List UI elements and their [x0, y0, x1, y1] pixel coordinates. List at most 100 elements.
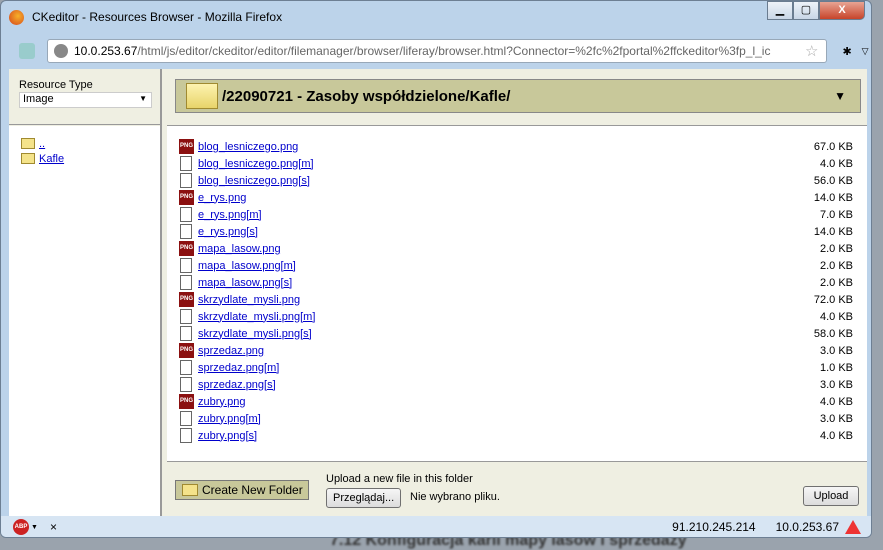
folder-icon — [21, 153, 35, 164]
file-link[interactable]: zubry.png — [198, 396, 246, 408]
file-row: e_rys.png[m] 7.0 KB — [179, 206, 867, 223]
addon-triangle-icon[interactable] — [845, 520, 861, 534]
file-row: zubry.png[m] 3.0 KB — [179, 410, 867, 427]
remote-ip: 91.210.245.214 — [672, 520, 756, 534]
file-link[interactable]: sprzedaz.png — [198, 345, 264, 357]
upload-label: Upload a new file in this folder — [326, 473, 473, 485]
file-icon — [180, 411, 192, 426]
file-link[interactable]: zubry.png[m] — [198, 413, 261, 425]
file-icon — [180, 207, 192, 222]
current-path: /22090721 - Zasoby współdzielone/Kafle/ — [222, 87, 511, 105]
file-row: PNG blog_lesniczego.png 67.0 KB — [179, 138, 867, 155]
close-statusbar-icon[interactable]: × — [50, 520, 57, 534]
folder-up-icon — [21, 138, 35, 149]
triangle-down-icon[interactable]: ▼ — [834, 89, 846, 103]
tree-item-kafle[interactable]: Kafle — [21, 151, 148, 166]
file-size: 56.0 KB — [813, 174, 853, 187]
browse-button[interactable]: Przeglądaj... — [326, 488, 402, 508]
resources-browser: Resource Type Image ▼ .. Kafle /22090721 … — [9, 69, 867, 516]
file-size: 4.0 KB — [819, 429, 853, 442]
file-icon — [180, 377, 192, 392]
folder-icon — [182, 484, 198, 496]
file-size: 3.0 KB — [819, 412, 853, 425]
file-size: 2.0 KB — [819, 276, 853, 289]
tree-link[interactable]: Kafle — [39, 153, 64, 165]
file-link[interactable]: mapa_lasow.png[m] — [198, 260, 296, 272]
tree-item-parent[interactable]: .. — [21, 136, 148, 151]
resource-type-label: Resource Type — [19, 79, 93, 91]
file-link[interactable]: e_rys.png — [198, 192, 246, 204]
url-bar[interactable]: 10.0.253.67/html/js/editor/ckeditor/edit… — [47, 39, 827, 63]
file-size: 4.0 KB — [819, 310, 853, 323]
file-row: blog_lesniczego.png[m] 4.0 KB — [179, 155, 867, 172]
resource-type-select[interactable]: Image ▼ — [19, 92, 152, 108]
menu-dropdown-icon[interactable]: ▽ — [862, 46, 869, 57]
file-link[interactable]: zubry.png[s] — [198, 430, 257, 442]
file-link[interactable]: skrzydlate_mysli.png — [198, 294, 300, 306]
addon-icon[interactable]: ✱ — [842, 45, 851, 58]
close-button[interactable]: X — [819, 1, 865, 20]
minimize-button[interactable]: ▁ — [767, 1, 793, 20]
file-link[interactable]: e_rys.png[s] — [198, 226, 258, 238]
file-row: sprzedaz.png[s] 3.0 KB — [179, 376, 867, 393]
upload-panel: Create New Folder Upload a new file in t… — [167, 461, 867, 516]
create-folder-button[interactable]: Create New Folder — [175, 480, 309, 500]
file-link[interactable]: blog_lesniczego.png[s] — [198, 175, 310, 187]
title-bar: CKeditor - Resources Browser - Mozilla F… — [1, 1, 871, 33]
abp-dropdown-icon[interactable]: ▼ — [31, 524, 38, 531]
file-link[interactable]: sprzedaz.png[s] — [198, 379, 276, 391]
browser-window: CKeditor - Resources Browser - Mozilla F… — [0, 0, 872, 538]
url-path: /html/js/editor/ckeditor/editor/filemana… — [137, 44, 771, 58]
file-link[interactable]: skrzydlate_mysli.png[m] — [198, 311, 315, 323]
file-icon — [180, 309, 192, 324]
file-row: e_rys.png[s] 14.0 KB — [179, 223, 867, 240]
file-size: 2.0 KB — [819, 242, 853, 255]
file-row: zubry.png[s] 4.0 KB — [179, 427, 867, 444]
file-icon — [180, 360, 192, 375]
file-size: 58.0 KB — [813, 327, 853, 340]
folder-tree: .. Kafle — [9, 126, 160, 516]
file-size: 3.0 KB — [819, 344, 853, 357]
file-icon — [180, 428, 192, 443]
file-row: mapa_lasow.png[s] 2.0 KB — [179, 274, 867, 291]
file-link[interactable]: mapa_lasow.png — [198, 243, 281, 255]
adblock-icon[interactable]: ABP — [13, 519, 29, 535]
file-link[interactable]: skrzydlate_mysli.png[s] — [198, 328, 312, 340]
file-link[interactable]: blog_lesniczego.png[m] — [198, 158, 314, 170]
file-link[interactable]: blog_lesniczego.png — [198, 141, 298, 153]
file-icon — [180, 156, 192, 171]
status-bar: ABP ▼ × 91.210.245.214 10.0.253.67 — [1, 516, 871, 537]
maximize-button[interactable]: ▢ — [793, 1, 819, 20]
file-row: PNG skrzydlate_mysli.png 72.0 KB — [179, 291, 867, 308]
file-size: 4.0 KB — [819, 157, 853, 170]
png-file-icon: PNG — [179, 241, 194, 256]
file-size: 72.0 KB — [813, 293, 853, 306]
png-file-icon: PNG — [179, 139, 194, 154]
file-size: 4.0 KB — [819, 395, 853, 408]
firefox-icon — [9, 9, 24, 25]
resource-type-value: Image — [23, 93, 54, 105]
star-icon[interactable]: ☆ — [805, 42, 818, 60]
current-folder-header[interactable]: /22090721 - Zasoby współdzielone/Kafle/ … — [175, 79, 861, 113]
file-icon — [180, 275, 192, 290]
file-size: 14.0 KB — [813, 191, 853, 204]
file-size: 7.0 KB — [819, 208, 853, 221]
file-link[interactable]: e_rys.png[m] — [198, 209, 262, 221]
folder-icon — [186, 83, 218, 109]
file-size: 67.0 KB — [813, 140, 853, 153]
file-link[interactable]: mapa_lasow.png[s] — [198, 277, 292, 289]
no-file-text: Nie wybrano pliku. — [410, 491, 500, 503]
file-icon — [180, 224, 192, 239]
window-title: CKeditor - Resources Browser - Mozilla F… — [32, 10, 283, 24]
png-file-icon: PNG — [179, 343, 194, 358]
file-link[interactable]: sprzedaz.png[m] — [198, 362, 279, 374]
url-host: 10.0.253.67 — [74, 44, 138, 58]
file-list: PNG blog_lesniczego.png 67.0 KB blog_lesnic… — [167, 125, 867, 461]
png-file-icon: PNG — [179, 292, 194, 307]
file-row: mapa_lasow.png[m] 2.0 KB — [179, 257, 867, 274]
upload-button[interactable]: Upload — [803, 486, 859, 506]
tree-link[interactable]: .. — [39, 138, 45, 150]
file-row: PNG sprzedaz.png 3.0 KB — [179, 342, 867, 359]
page-icon — [19, 43, 35, 59]
file-icon — [180, 326, 192, 341]
